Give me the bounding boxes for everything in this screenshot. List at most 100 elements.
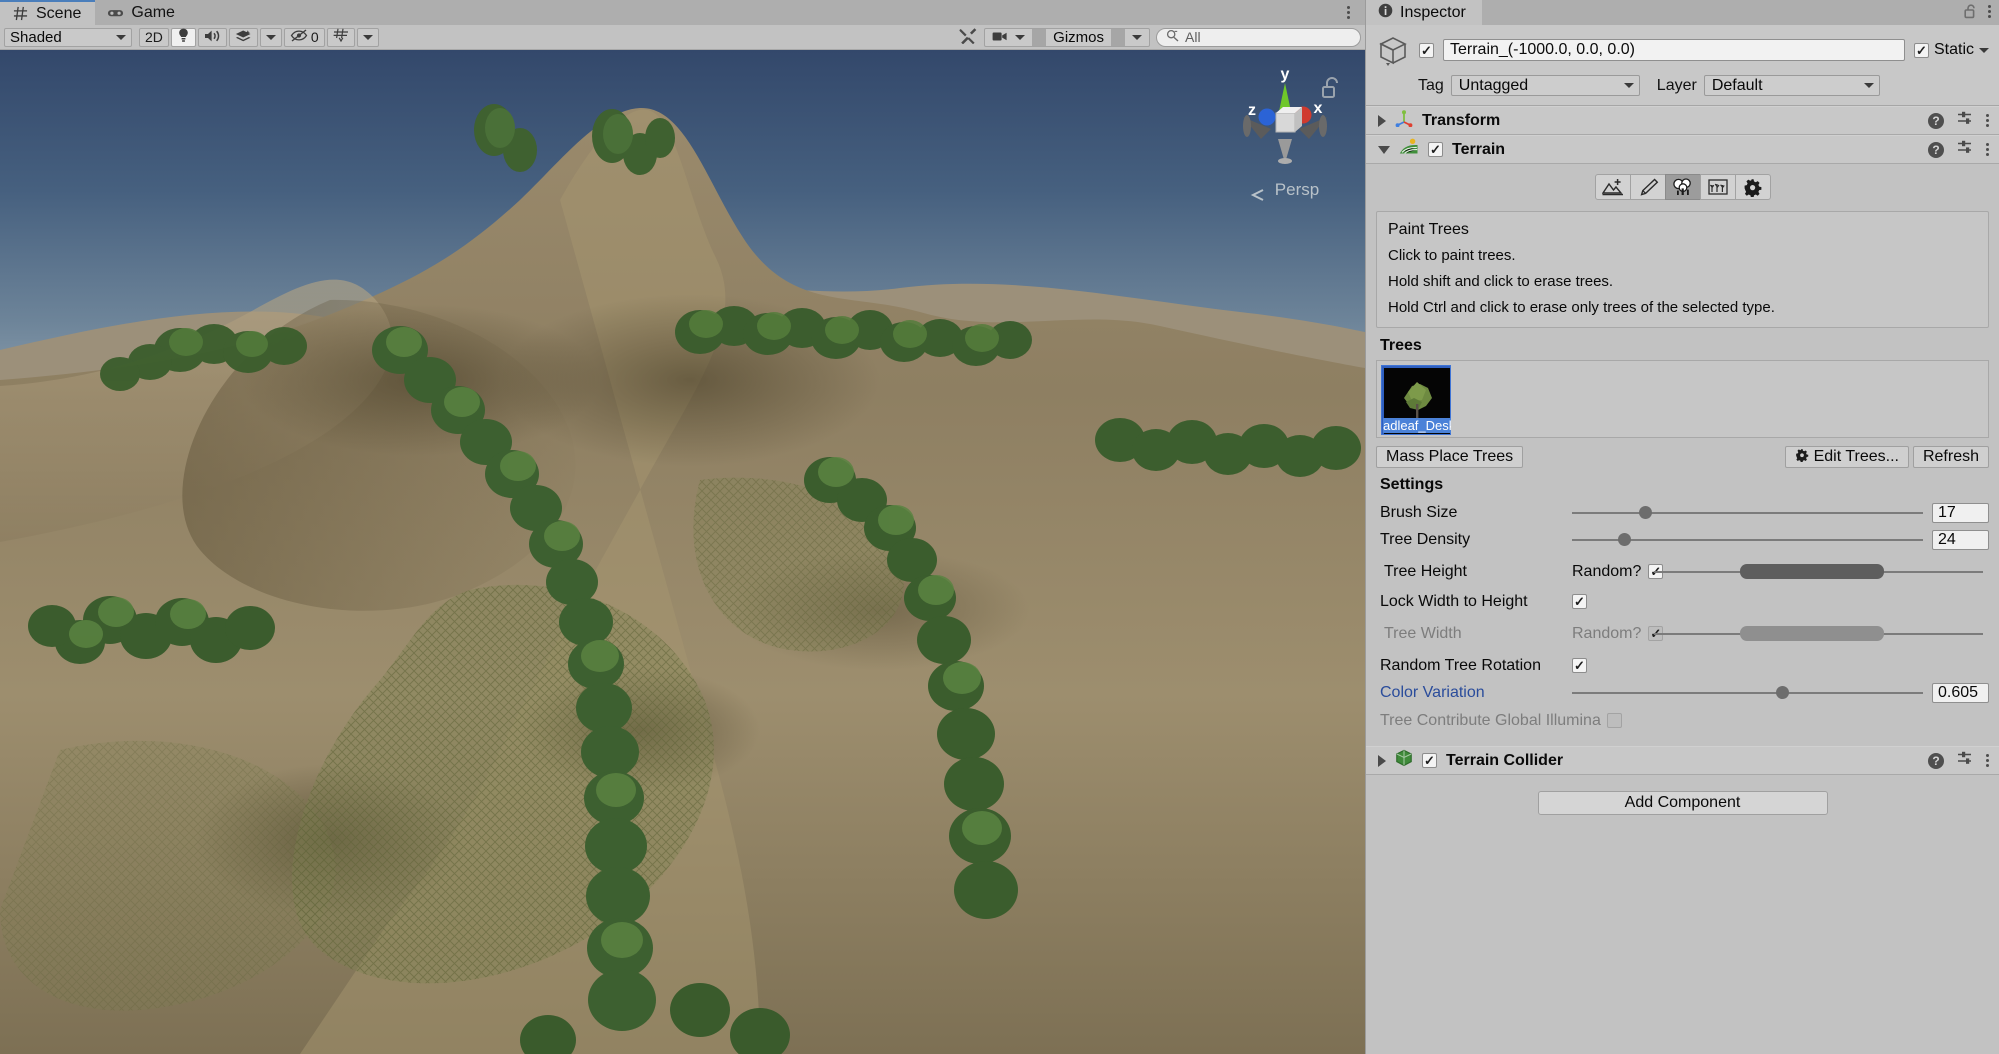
component-header-terrain-collider[interactable]: Terrain Collider ? [1366, 746, 1999, 775]
tree-height-label: Tree Height [1380, 563, 1572, 581]
toggle-2d-button[interactable]: 2D [139, 28, 169, 47]
tool-terrain-settings[interactable] [1735, 174, 1771, 200]
tool-paint-terrain[interactable] [1630, 174, 1666, 200]
tree-height-random-label: Random? [1572, 563, 1641, 581]
tree-width-label: Tree Width [1380, 625, 1572, 643]
scene-grid-dropdown[interactable] [357, 28, 379, 47]
foldout-arrow-icon[interactable] [1378, 146, 1390, 154]
draw-mode-value: Shaded [10, 29, 62, 46]
gameobject-name-input[interactable]: Terrain_(-1000.0, 0.0, 0.0) [1443, 39, 1905, 61]
tag-label: Tag [1418, 77, 1444, 95]
tool-create-neighbor-terrain[interactable] [1595, 174, 1631, 200]
foldout-arrow-icon[interactable] [1378, 755, 1386, 767]
tree-palette-grid[interactable]: adleaf_Desk [1376, 360, 1989, 438]
brush-size-input[interactable]: 17 [1932, 503, 1989, 523]
gizmos-button[interactable]: Gizmos [1046, 29, 1111, 46]
kebab-menu-icon[interactable] [1986, 754, 1989, 767]
slider-knob[interactable] [1639, 506, 1652, 519]
gizmos-dropdown[interactable] [1125, 29, 1149, 46]
kebab-menu-icon[interactable] [1986, 143, 1989, 156]
minmax-bar [1740, 626, 1885, 641]
tool-paint-details[interactable] [1700, 174, 1736, 200]
static-label: Static [1934, 41, 1974, 59]
inspector-tools [1964, 4, 1991, 19]
component-header-actions: ? [1928, 750, 1989, 771]
gizmo-projection-label: Persp [1275, 180, 1319, 199]
color-variation-input[interactable]: 0.605 [1932, 683, 1989, 703]
tree-density-slider[interactable] [1572, 532, 1923, 548]
object-header-row-1: Terrain_(-1000.0, 0.0, 0.0) Static [1376, 33, 1989, 67]
scene-panel-menu-icon[interactable] [1341, 3, 1355, 21]
gameobject-icon [1376, 33, 1410, 67]
component-header-transform[interactable]: Transform ? [1366, 106, 1999, 135]
tab-game[interactable]: Game [95, 0, 189, 25]
scene-camera-button[interactable] [985, 29, 1032, 46]
gizmo-axis-z-label: z [1248, 102, 1256, 119]
slider-knob[interactable] [1776, 686, 1789, 699]
scene-tools-button[interactable] [954, 28, 982, 47]
help-icon[interactable]: ? [1928, 113, 1944, 129]
help-icon[interactable]: ? [1928, 753, 1944, 769]
terrain-enabled-checkbox[interactable] [1428, 142, 1443, 157]
tree-width-minmax-slider [1654, 626, 1983, 642]
refresh-label: Refresh [1923, 448, 1979, 466]
color-variation-slider[interactable] [1572, 685, 1923, 701]
mass-place-trees-button[interactable]: Mass Place Trees [1376, 446, 1523, 468]
draw-mode-dropdown[interactable]: Shaded [4, 28, 132, 47]
scene-lighting-toggle[interactable] [171, 28, 196, 47]
gameobject-enabled-checkbox[interactable] [1419, 43, 1434, 58]
scene-audio-toggle[interactable] [198, 28, 227, 47]
minmax-bar[interactable] [1740, 564, 1885, 579]
random-tree-rotation-checkbox[interactable] [1572, 658, 1587, 673]
kebab-menu-icon[interactable] [1988, 5, 1991, 18]
gear-icon [1795, 448, 1809, 467]
scene-fx-toggle[interactable] [229, 28, 258, 47]
unlock-icon[interactable] [1964, 4, 1977, 19]
refresh-trees-button[interactable]: Refresh [1913, 446, 1989, 468]
layer-dropdown[interactable]: Default [1704, 75, 1880, 96]
lock-width-to-height-checkbox[interactable] [1572, 594, 1587, 609]
color-variation-value: 0.605 [1938, 684, 1978, 702]
static-dropdown-icon[interactable] [1979, 48, 1989, 53]
foldout-arrow-icon[interactable] [1378, 115, 1386, 127]
lightbulb-icon [177, 28, 190, 46]
help-icon[interactable]: ? [1928, 142, 1944, 158]
brush-size-slider[interactable] [1572, 505, 1923, 521]
preset-icon[interactable] [1957, 139, 1973, 160]
brush-size-value: 17 [1938, 504, 1956, 522]
brush-size-label: Brush Size [1380, 504, 1572, 522]
scene-fx-dropdown[interactable] [260, 28, 282, 47]
chevron-down-icon [1132, 35, 1142, 40]
tree-height-minmax-slider[interactable] [1654, 564, 1983, 580]
add-component-button[interactable]: Add Component [1538, 791, 1828, 815]
tree-density-input[interactable]: 24 [1932, 530, 1989, 550]
preset-icon[interactable] [1957, 110, 1973, 131]
component-header-terrain[interactable]: Terrain ? [1366, 135, 1999, 164]
slider-knob[interactable] [1618, 533, 1631, 546]
tool-paint-trees[interactable] [1665, 174, 1701, 200]
tab-inspector[interactable]: Inspector [1366, 0, 1482, 25]
tab-scene[interactable]: Scene [0, 0, 95, 25]
hidden-objects-toggle[interactable]: 0 [284, 28, 325, 47]
color-variation-label[interactable]: Color Variation [1380, 684, 1572, 702]
scene-viewport[interactable]: y x z Persp [0, 50, 1365, 1054]
tree-contribute-gi-checkbox [1607, 713, 1622, 728]
paint-trees-help-box: Paint Trees Click to paint trees. Hold s… [1376, 211, 1989, 328]
edit-trees-button[interactable]: Edit Trees... [1785, 446, 1909, 468]
tree-density-label: Tree Density [1380, 531, 1572, 549]
tag-dropdown[interactable]: Untagged [1451, 75, 1640, 96]
tree-palette-item[interactable]: adleaf_Desk [1381, 365, 1451, 435]
terrain-collider-enabled-checkbox[interactable] [1422, 753, 1437, 768]
chevron-down-icon [266, 35, 276, 40]
kebab-menu-icon[interactable] [1986, 114, 1989, 127]
component-title-terrain-collider: Terrain Collider [1446, 752, 1563, 770]
unlock-icon [1323, 78, 1337, 97]
scene-grid-toggle[interactable] [327, 28, 355, 47]
chevron-down-icon [363, 35, 373, 40]
scene-search-input[interactable]: All [1156, 28, 1361, 47]
grid-visibility-icon [333, 28, 349, 46]
scene-view-gizmo[interactable]: y x z Persp [1223, 55, 1347, 205]
static-checkbox[interactable] [1914, 43, 1929, 58]
hidden-objects-count: 0 [311, 29, 319, 45]
preset-icon[interactable] [1957, 750, 1973, 771]
